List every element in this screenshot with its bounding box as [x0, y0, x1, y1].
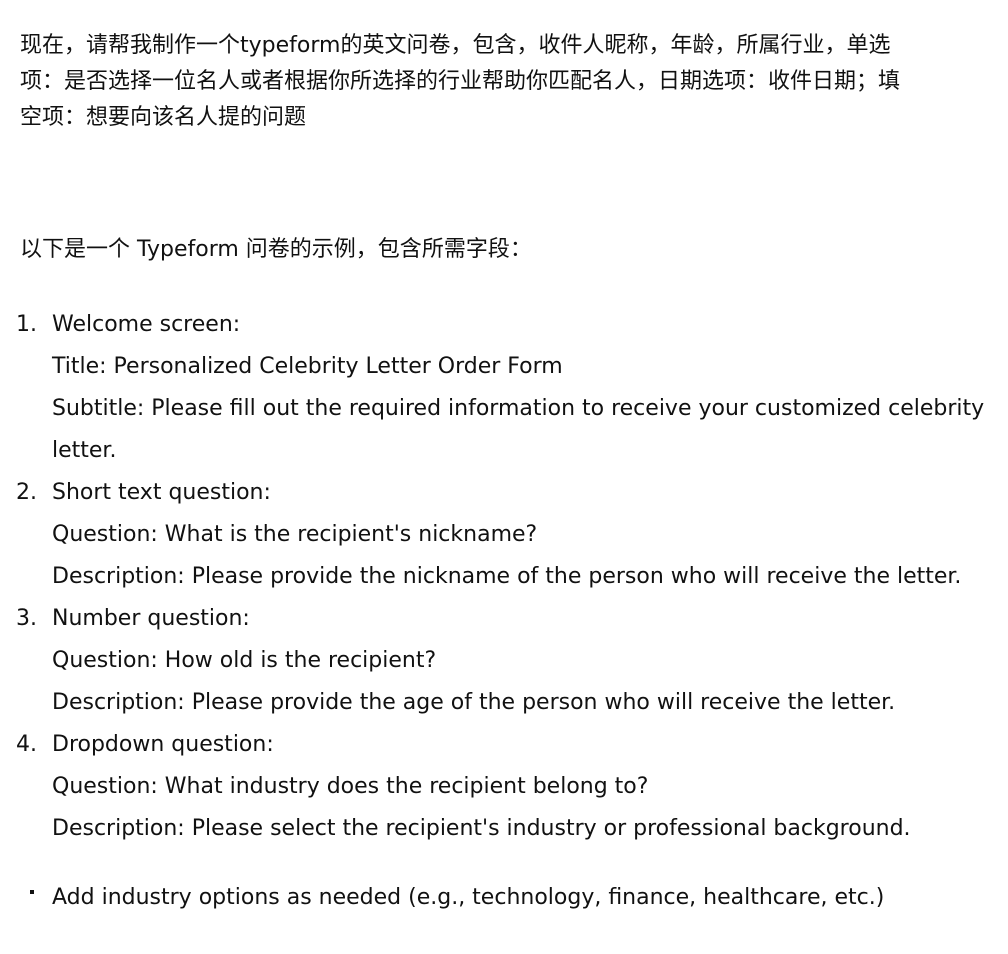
- bullet-text: Add industry options as needed (e.g., te…: [52, 885, 885, 910]
- step-number: 4.: [16, 732, 37, 757]
- step-detail: Description: Please provide the nickname…: [52, 564, 962, 589]
- bullet-icon: [30, 890, 34, 894]
- step-number: 1.: [16, 312, 37, 337]
- question-steps-list: 1. Welcome screen: Title: Personalized C…: [16, 304, 990, 850]
- industry-options-note: Add industry options as needed (e.g., te…: [20, 880, 884, 916]
- step-heading: Dropdown question:: [52, 732, 274, 757]
- step-detail: letter.: [52, 438, 117, 463]
- step-number: 3.: [16, 606, 37, 631]
- conversation-page: 现在，请帮我制作一个typeform的英文问卷，包含，收件人昵称，年龄，所属行业…: [0, 0, 1008, 954]
- step-number-question: 3. Number question: Question: How old is…: [16, 598, 990, 724]
- step-detail: Question: What is the recipient's nickna…: [52, 522, 538, 547]
- step-detail: Subtitle: Please fill out the required i…: [52, 396, 985, 421]
- step-dropdown-question: 4. Dropdown question: Question: What ind…: [16, 724, 990, 850]
- step-short-text-question: 2. Short text question: Question: What i…: [16, 472, 990, 598]
- step-detail: Question: What industry does the recipie…: [52, 774, 649, 799]
- step-detail: Description: Please select the recipient…: [52, 816, 911, 841]
- step-number: 2.: [16, 480, 37, 505]
- response-intro: 以下是一个 Typeform 问卷的示例，包含所需字段：: [20, 237, 532, 262]
- step-heading: Number question:: [52, 606, 250, 631]
- step-detail: Description: Please provide the age of t…: [52, 690, 896, 715]
- prompt-line: 空项：想要向该名人提的问题: [20, 105, 307, 130]
- user-prompt: 现在，请帮我制作一个typeform的英文问卷，包含，收件人昵称，年龄，所属行业…: [20, 28, 984, 136]
- prompt-line: 项：是否选择一位名人或者根据你所选择的行业帮助你匹配名人，日期选项：收件日期；填: [20, 69, 901, 94]
- list-item: Add industry options as needed (e.g., te…: [20, 880, 884, 916]
- step-welcome-screen: 1. Welcome screen: Title: Personalized C…: [16, 304, 990, 472]
- step-detail: Title: Personalized Celebrity Letter Ord…: [52, 354, 563, 379]
- step-heading: Welcome screen:: [52, 312, 241, 337]
- step-heading: Short text question:: [52, 480, 271, 505]
- prompt-line: 现在，请帮我制作一个typeform的英文问卷，包含，收件人昵称，年龄，所属行业…: [20, 33, 891, 58]
- step-detail: Question: How old is the recipient?: [52, 648, 437, 673]
